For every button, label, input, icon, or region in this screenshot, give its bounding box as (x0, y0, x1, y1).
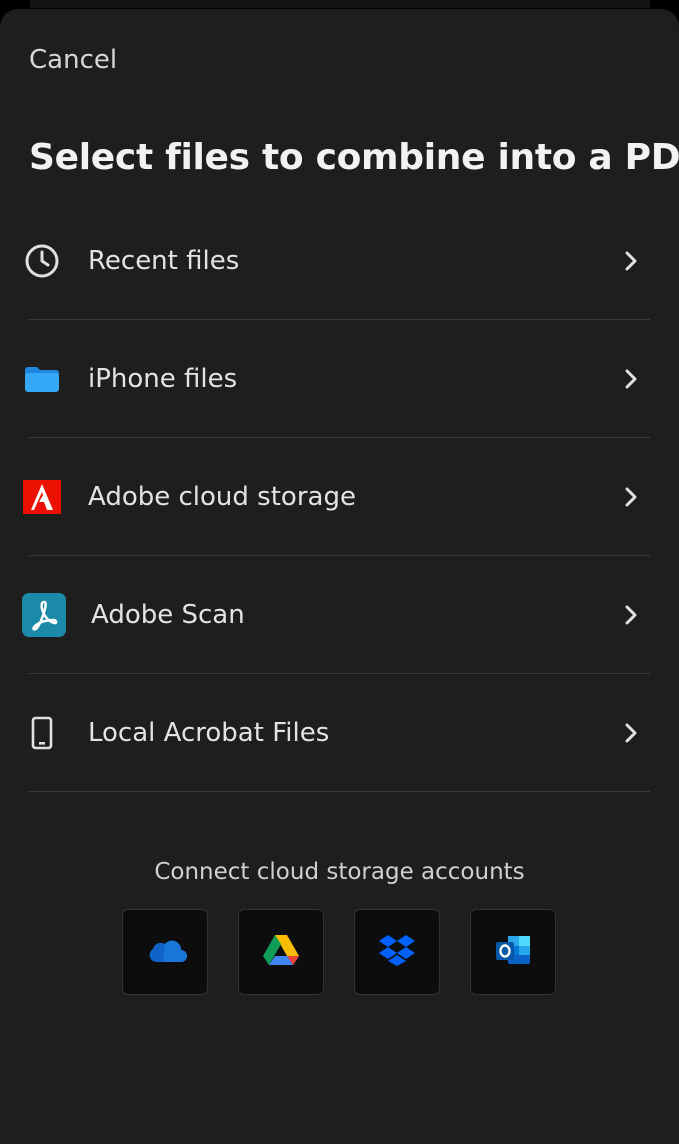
source-recent-files[interactable]: Recent files (0, 202, 679, 320)
folder-icon (22, 359, 62, 399)
source-local-acrobat-files[interactable]: Local Acrobat Files (0, 674, 679, 792)
connect-dropbox-button[interactable] (354, 909, 440, 995)
source-label: Local Acrobat Files (88, 718, 330, 748)
chevron-right-icon (623, 604, 639, 626)
page-title: Select files to combine into a PDF (29, 137, 679, 178)
chevron-right-icon (623, 486, 639, 508)
background-sheet-edge (30, 0, 650, 8)
source-label: Adobe Scan (91, 600, 245, 630)
google-drive-icon (262, 933, 300, 971)
chevron-right-icon (623, 722, 639, 744)
dropbox-icon (378, 933, 416, 971)
source-label: iPhone files (88, 364, 238, 394)
connect-accounts-heading: Connect cloud storage accounts (154, 859, 525, 885)
connect-outlook-button[interactable] (470, 909, 556, 995)
file-picker-sheet: Cancel Select files to combine into a PD… (0, 9, 679, 1144)
chevron-right-icon (623, 250, 639, 272)
clock-icon (22, 241, 62, 281)
connect-google-drive-button[interactable] (238, 909, 324, 995)
file-source-list: Recent files iPhone files Adobe cloud st… (0, 202, 679, 792)
phone-icon (22, 713, 62, 753)
cancel-button[interactable]: Cancel (29, 44, 117, 76)
cloud-account-buttons (122, 909, 556, 995)
source-label: Recent files (88, 246, 240, 276)
adobe-logo-icon (22, 477, 62, 517)
adobe-scan-icon (22, 593, 66, 637)
connect-onedrive-button[interactable] (122, 909, 208, 995)
source-adobe-cloud-storage[interactable]: Adobe cloud storage (0, 438, 679, 556)
source-iphone-files[interactable]: iPhone files (0, 320, 679, 438)
outlook-icon (494, 933, 532, 971)
chevron-right-icon (623, 368, 639, 390)
source-adobe-scan[interactable]: Adobe Scan (0, 556, 679, 674)
source-label: Adobe cloud storage (88, 482, 356, 512)
onedrive-icon (143, 936, 187, 968)
